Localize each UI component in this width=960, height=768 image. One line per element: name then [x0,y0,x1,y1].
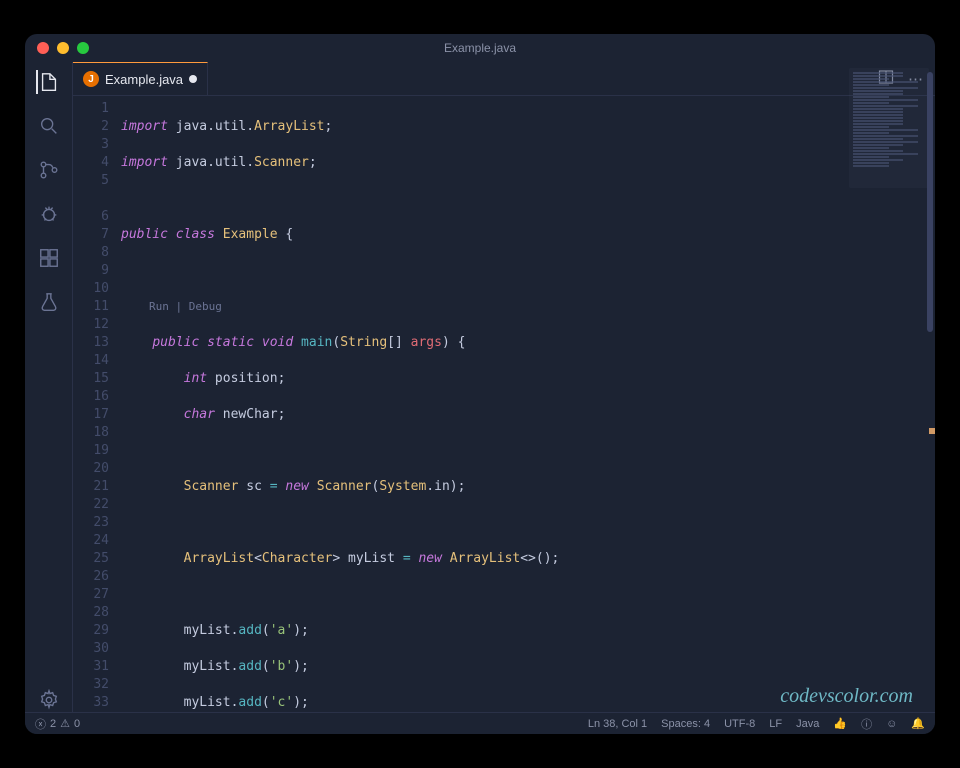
window-controls [37,42,89,54]
source-control-icon[interactable] [37,158,61,182]
titlebar[interactable]: Example.java [25,34,935,62]
code-content[interactable]: import java.util.ArrayList; import java.… [121,96,935,712]
status-cursor-position[interactable]: Ln 38, Col 1 [588,718,647,730]
status-encoding[interactable]: UTF-8 [724,718,755,730]
editor-group: J Example.java ⋯ 12345678910111213141516… [73,62,935,712]
error-icon: ⓧ [35,716,46,732]
info-icon[interactable]: ⓘ [861,716,872,732]
maximize-window-button[interactable] [77,42,89,54]
testing-icon[interactable] [37,290,61,314]
status-problems[interactable]: ⓧ2 ⚠0 [35,716,80,732]
editor-window: Example.java J Example.java ⋯ [25,34,935,734]
scrollbar-thumb[interactable] [927,72,933,332]
line-number-gutter: 1234567891011121314151617181920212223242… [73,96,121,712]
extensions-icon[interactable] [37,246,61,270]
overview-marker-icon [929,428,935,434]
status-language[interactable]: Java [796,718,819,730]
explorer-icon[interactable] [36,70,60,94]
minimap[interactable] [849,68,929,188]
status-eol[interactable]: LF [769,718,782,730]
codelens-run-debug[interactable]: Run | Debug [121,298,935,316]
debug-icon[interactable] [37,202,61,226]
workspace: J Example.java ⋯ 12345678910111213141516… [25,62,935,712]
warning-icon: ⚠ [60,717,70,730]
window-title: Example.java [25,41,935,55]
activity-bar [25,62,73,712]
vertical-scrollbar[interactable] [925,68,935,712]
feedback-smiley-icon[interactable]: ☺ [886,718,897,730]
bell-icon[interactable]: 🔔 [911,717,925,730]
tab-bar: J Example.java ⋯ [73,62,935,96]
status-bar: ⓧ2 ⚠0 Ln 38, Col 1 Spaces: 4 UTF-8 LF Ja… [25,712,935,734]
minimize-window-button[interactable] [57,42,69,54]
status-indentation[interactable]: Spaces: 4 [661,718,710,730]
code-editor[interactable]: 1234567891011121314151617181920212223242… [73,96,935,712]
search-icon[interactable] [37,114,61,138]
close-window-button[interactable] [37,42,49,54]
modified-indicator-icon [189,75,197,83]
java-file-icon: J [83,71,99,87]
tab-example-java[interactable]: J Example.java [73,62,208,95]
tab-label: Example.java [105,72,183,87]
settings-gear-icon[interactable] [37,688,61,712]
thumbs-up-icon[interactable]: 👍 [833,717,847,730]
